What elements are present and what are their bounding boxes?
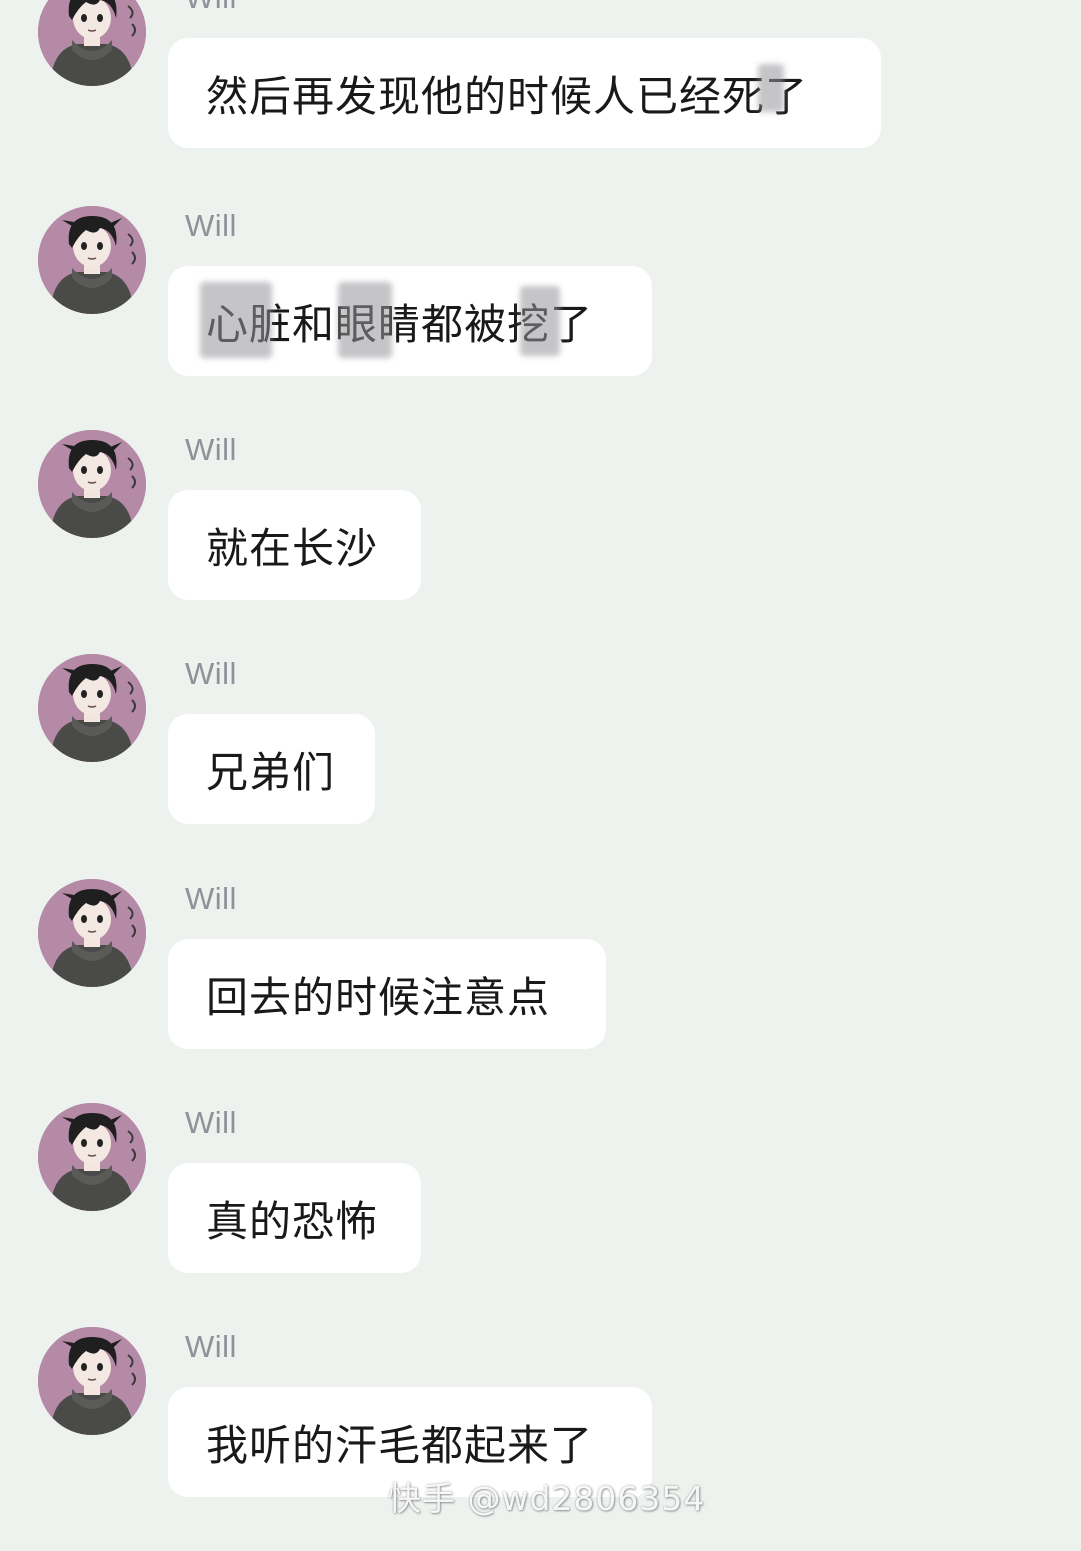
message-text: 真的恐怖 xyxy=(206,1196,379,1246)
chat-message: Will 回去的时候注意点 xyxy=(0,879,1081,1103)
sender-name: Will xyxy=(185,656,237,691)
message-bubble[interactable]: 真的恐怖 xyxy=(168,1163,421,1273)
message-text: 回去的时候注意点 xyxy=(206,972,551,1022)
sender-avatar[interactable] xyxy=(38,1327,146,1435)
message-bubble[interactable]: 就在长沙 xyxy=(168,490,421,600)
message-text: 兄弟们 xyxy=(206,747,336,797)
redaction-mosaic xyxy=(338,282,392,358)
watermark: 快手 @wd2806354 xyxy=(388,1479,706,1518)
sender-avatar[interactable] xyxy=(38,206,146,314)
sender-avatar[interactable] xyxy=(38,430,146,538)
sender-name: Will xyxy=(185,432,237,467)
message-text: 然后再发现他的时候人已经死了 xyxy=(206,71,809,121)
chat-message: Will 就在长沙 xyxy=(0,430,1081,654)
message-bubble[interactable]: 回去的时候注意点 xyxy=(168,939,606,1049)
sender-avatar[interactable] xyxy=(38,0,146,86)
redaction-mosaic xyxy=(200,282,272,358)
sender-avatar[interactable] xyxy=(38,654,146,762)
sender-name: Will xyxy=(185,881,237,916)
sender-name: Will xyxy=(185,0,237,16)
chat-message: Will 兄弟们 xyxy=(0,654,1081,878)
chat-message: Will 真的恐怖 xyxy=(0,1103,1081,1327)
sender-avatar[interactable] xyxy=(38,879,146,987)
message-text: 就在长沙 xyxy=(206,523,379,573)
message-bubble[interactable]: 兄弟们 xyxy=(168,714,375,824)
chat-message: Will 心脏和眼睛都被挖了 xyxy=(0,206,1081,430)
redaction-mosaic xyxy=(758,64,784,112)
message-text: 我听的汗毛都起来了 xyxy=(206,1420,594,1470)
sender-avatar[interactable] xyxy=(38,1103,146,1211)
chat-message: Will 然后再发现他的时候人已经死了 xyxy=(0,0,1081,202)
sender-name: Will xyxy=(185,1329,237,1364)
sender-name: Will xyxy=(185,208,237,243)
redaction-mosaic xyxy=(520,286,560,356)
sender-name: Will xyxy=(185,1105,237,1140)
